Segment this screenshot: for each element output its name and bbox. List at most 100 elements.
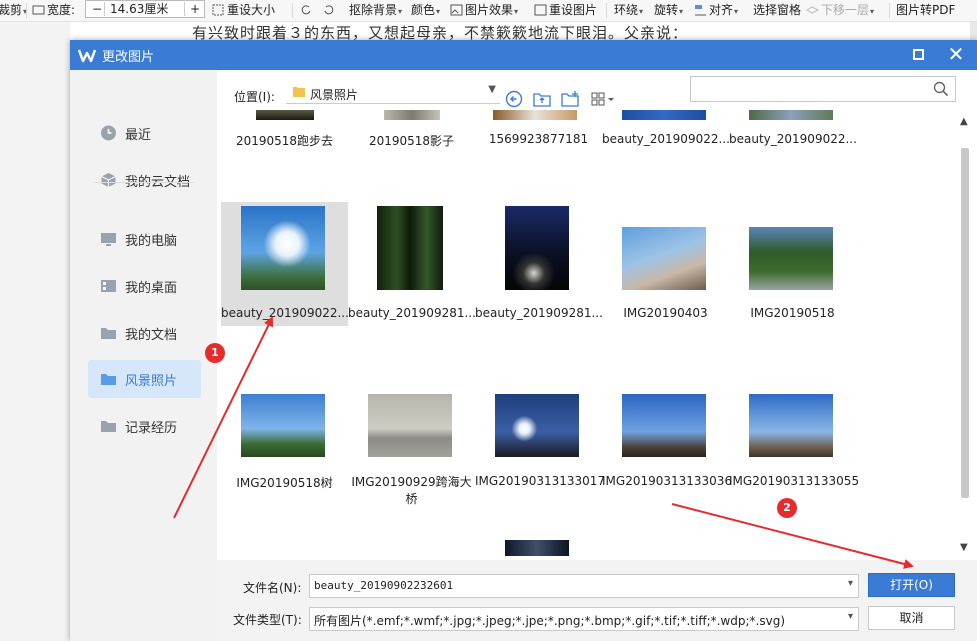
file-tile[interactable] <box>475 538 602 560</box>
step-badge-2: 2 <box>777 498 797 518</box>
sidebar-item-label: 最近 <box>125 128 152 143</box>
file-tile[interactable]: IMG20190313133036 <box>602 372 732 512</box>
selection-pane-button[interactable]: 选择窗格 <box>753 0 801 22</box>
cloud-box-icon <box>101 173 116 187</box>
reset-size-button[interactable]: 重设大小 <box>212 0 275 22</box>
file-tile[interactable]: IMG20190313133055 <box>729 372 859 512</box>
new-folder-icon[interactable] <box>560 90 580 108</box>
file-thumbnail <box>377 206 443 290</box>
sidebar-item-my-computer[interactable]: 我的电脑 <box>88 220 201 258</box>
toolbar-divider <box>606 3 607 18</box>
send-backward-button[interactable]: 下移一层▾ <box>806 0 874 22</box>
sidebar-item-records[interactable]: 记录经历 <box>88 407 201 445</box>
width-input[interactable]: − 14.63厘米 + <box>85 0 205 18</box>
search-icon[interactable] <box>933 81 949 97</box>
file-name: beauty_201909281... <box>348 306 476 320</box>
chevron-down-icon[interactable]: ▾ <box>848 578 853 589</box>
sidebar-item-my-documents[interactable]: 我的文档 <box>88 314 201 352</box>
cancel-button[interactable]: 取消 <box>868 606 955 630</box>
file-thumbnail <box>241 206 325 290</box>
sidebar-item-scenery-photos[interactable]: 风景照片 <box>88 360 201 398</box>
dialog-titlebar: 更改图片 ✕ <box>70 40 977 70</box>
scroll-up-icon[interactable]: ▲ <box>960 116 968 127</box>
picture-effects-button[interactable]: 图片效果▾ <box>450 0 518 22</box>
file-tile-selected[interactable]: beauty_201909022... <box>221 202 349 326</box>
file-tile[interactable]: IMG20190518树 <box>221 372 348 512</box>
file-tile[interactable]: 20190518影子 <box>348 110 475 154</box>
filename-value: beauty_20190902232601 <box>314 579 454 592</box>
file-thumbnail <box>384 110 440 120</box>
reset-picture-button[interactable]: 重设图片 <box>534 0 597 22</box>
change-picture-dialog: 更改图片 ✕ 最近 我的云文档 我的电脑 我的桌面 我的文档 风景照片 记录经历… <box>70 40 977 641</box>
filename-input[interactable]: beauty_20190902232601 ▾ <box>309 574 859 598</box>
file-tile[interactable]: IMG20190403 <box>602 202 729 326</box>
file-tile[interactable]: 1569923877181 <box>475 110 602 154</box>
close-button[interactable]: ✕ <box>944 43 968 67</box>
file-name: beauty_201909022... <box>602 132 730 146</box>
folder-icon <box>101 374 116 385</box>
location-value: 风景照片 <box>310 88 359 102</box>
folder-icon <box>101 328 116 339</box>
crop-button[interactable]: 裁剪▾ <box>0 0 27 22</box>
file-tile[interactable]: 20190518跑步去 <box>221 110 348 154</box>
picture-to-pdf-button[interactable]: 图片转PDF <box>896 0 955 22</box>
align-icon <box>695 5 706 16</box>
file-thumbnail <box>749 227 833 290</box>
file-tile[interactable]: IMG20190518 <box>729 202 856 326</box>
up-folder-icon[interactable] <box>532 90 552 108</box>
wrap-button[interactable]: 环绕▾ <box>614 0 643 22</box>
document-page: 有兴致时跟着３的东西，又想起母亲，不禁簌簌地流下眼泪。父亲说： <box>70 22 970 42</box>
file-thumbnail <box>749 110 833 120</box>
sidebar-item-label: 我的文档 <box>125 328 178 343</box>
file-thumbnail <box>256 110 314 120</box>
dialog-footer: 文件名(N): beauty_20190902232601 ▾ 打开(O) 文件… <box>217 560 977 641</box>
file-name: beauty_201909281... <box>475 306 603 320</box>
input-divider <box>184 2 185 16</box>
sidebar-item-label: 记录经历 <box>125 421 178 436</box>
sidebar-item-label: 风景照片 <box>125 374 178 389</box>
file-tile[interactable]: beauty_201909022... <box>602 110 730 154</box>
dialog-title: 更改图片 <box>102 50 155 65</box>
width-decrement-button[interactable]: − <box>92 1 102 17</box>
file-name: beauty_201909022... <box>221 306 349 320</box>
file-tile[interactable]: IMG20190313133017 <box>475 372 605 512</box>
scroll-down-icon[interactable]: ▼ <box>960 542 968 553</box>
rotate-button[interactable]: 旋转▾ <box>654 0 683 22</box>
maximize-button[interactable] <box>908 45 930 65</box>
desktop-icon <box>101 280 116 292</box>
view-mode-icon[interactable] <box>590 90 616 108</box>
location-select[interactable]: 风景照片 ▼ <box>286 82 500 104</box>
file-tile[interactable]: beauty_201909022... <box>729 110 857 154</box>
sidebar-item-label: 我的桌面 <box>125 281 178 296</box>
clock-icon <box>101 125 116 141</box>
file-thumbnail <box>505 206 569 290</box>
file-tile[interactable]: IMG20190929跨海大桥 <box>348 372 475 512</box>
back-icon[interactable] <box>504 90 524 108</box>
color-button[interactable]: 颜色▾ <box>411 0 440 22</box>
width-increment-button[interactable]: + <box>190 1 200 17</box>
align-button[interactable]: 对齐▾ <box>694 0 738 22</box>
sidebar-item-cloud-docs[interactable]: 我的云文档 <box>88 161 201 199</box>
input-divider <box>104 2 105 16</box>
send-backward-icon <box>806 6 819 14</box>
rotate-right-button[interactable] <box>322 0 337 22</box>
remove-background-button[interactable]: 抠除背景▾ <box>349 0 402 22</box>
file-tile[interactable]: beauty_201909281... <box>348 202 476 326</box>
sidebar-item-desktop[interactable]: 我的桌面 <box>88 267 201 305</box>
file-tile[interactable]: beauty_201909281... <box>475 202 603 326</box>
file-grid-scrollbar[interactable]: ▲ ▼ <box>957 110 973 560</box>
rotate-right-icon <box>324 5 334 15</box>
sidebar-item-recent[interactable]: 最近 <box>88 114 201 152</box>
chevron-down-icon[interactable]: ▾ <box>848 611 853 622</box>
search-input[interactable] <box>690 76 956 102</box>
maximize-icon <box>913 49 924 60</box>
file-thumbnail <box>241 394 325 457</box>
open-button[interactable]: 打开(O) <box>868 573 955 597</box>
toolbar-divider <box>26 3 27 18</box>
rotate-left-button[interactable] <box>300 0 315 22</box>
filetype-select[interactable]: 所有图片(*.emf;*.wmf;*.jpg;*.jpeg;*.jpe;*.pn… <box>309 607 859 631</box>
width-icon <box>32 5 45 15</box>
folder-icon <box>101 421 116 432</box>
scrollbar-thumb[interactable] <box>961 148 969 498</box>
folder-icon <box>293 87 305 97</box>
